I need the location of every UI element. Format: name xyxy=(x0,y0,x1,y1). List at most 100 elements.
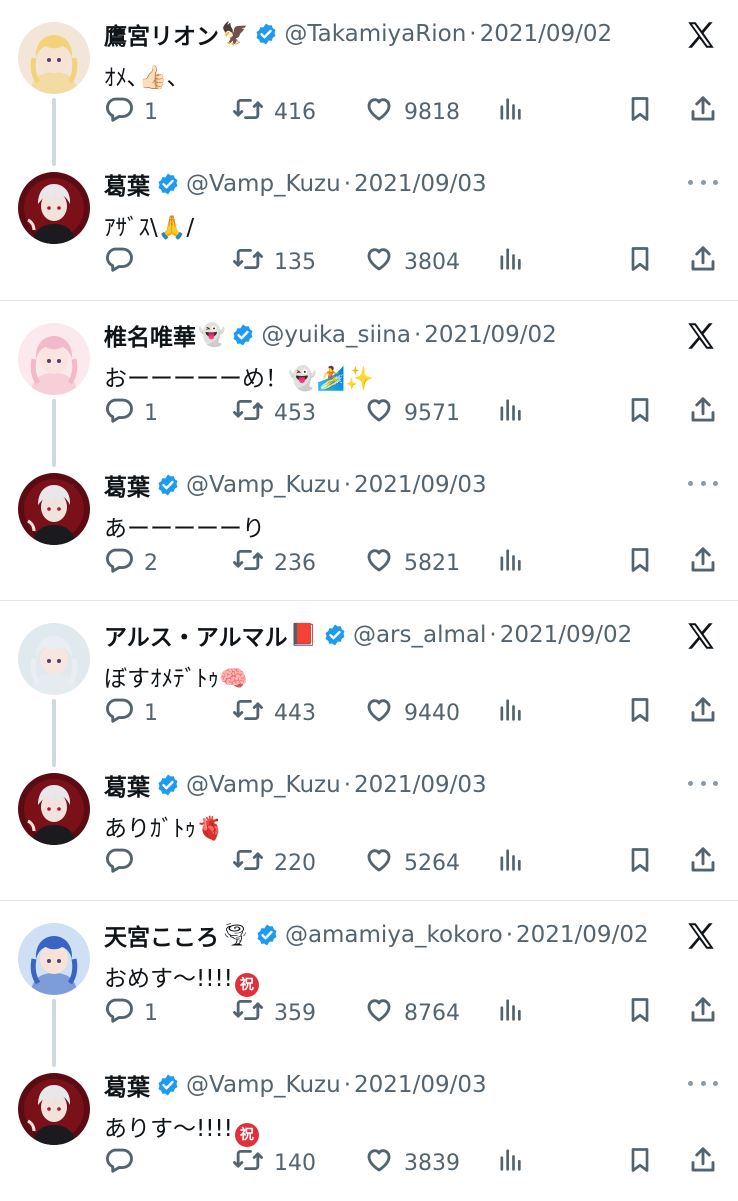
bookmark-button[interactable] xyxy=(626,1143,654,1183)
avatar[interactable] xyxy=(18,773,90,845)
tweet-reply[interactable]: 葛葉 @Vamp_Kuzu · 2021/09/03 あーーーーーり 2 236 5821 xyxy=(0,451,738,601)
bookmark-button[interactable] xyxy=(626,843,654,883)
x-logo-icon xyxy=(684,919,718,953)
display-name[interactable]: アルス・アルマル xyxy=(104,618,288,652)
bookmark-icon xyxy=(626,94,654,130)
user-handle[interactable]: @ars_almal xyxy=(353,622,486,648)
retweet-button[interactable]: 236 xyxy=(232,543,316,583)
bookmark-button[interactable] xyxy=(626,242,654,282)
like-button[interactable]: 3804 xyxy=(364,242,460,282)
avatar[interactable] xyxy=(18,923,90,995)
share-button[interactable] xyxy=(688,843,718,883)
reply-button[interactable]: 1 xyxy=(104,693,158,733)
display-name[interactable]: 天宮こころ xyxy=(104,918,219,952)
more-icon[interactable] xyxy=(688,172,718,192)
retweet-button[interactable]: 443 xyxy=(232,693,316,733)
retweet-button[interactable]: 416 xyxy=(232,92,316,132)
reply-button[interactable]: 1 xyxy=(104,92,158,132)
reply-button[interactable]: 2 xyxy=(104,543,158,583)
avatar[interactable] xyxy=(18,1073,90,1145)
tweet-reply[interactable]: 葛葉 @Vamp_Kuzu · 2021/09/03 ありｶﾞﾄｩ🫀 220 5264 xyxy=(0,751,738,901)
views-button[interactable] xyxy=(496,393,524,433)
display-name[interactable]: 椎名唯華 xyxy=(104,318,196,352)
user-handle[interactable]: @TakamiyaRion xyxy=(284,21,466,47)
reply-icon xyxy=(104,94,134,130)
retweet-button[interactable]: 220 xyxy=(232,843,316,883)
user-handle[interactable]: @Vamp_Kuzu xyxy=(186,772,341,798)
display-name[interactable]: 葛葉 xyxy=(104,167,150,201)
reply-button[interactable]: 1 xyxy=(104,393,158,433)
more-icon[interactable] xyxy=(688,773,718,793)
display-name[interactable]: 葛葉 xyxy=(104,468,150,502)
share-button[interactable] xyxy=(688,543,718,583)
like-button[interactable]: 9440 xyxy=(364,693,460,733)
bookmark-button[interactable] xyxy=(626,92,654,132)
retweet-button[interactable]: 359 xyxy=(232,993,316,1033)
share-button[interactable] xyxy=(688,242,718,282)
like-button[interactable]: 9818 xyxy=(364,92,460,132)
retweet-button[interactable]: 135 xyxy=(232,242,316,282)
share-button[interactable] xyxy=(688,993,718,1033)
bookmark-button[interactable] xyxy=(626,393,654,433)
views-button[interactable] xyxy=(496,92,524,132)
reply-button[interactable] xyxy=(104,843,144,883)
tweet-date[interactable]: 2021/09/02 xyxy=(480,21,613,47)
share-button[interactable] xyxy=(688,693,718,733)
views-button[interactable] xyxy=(496,693,524,733)
views-button[interactable] xyxy=(496,242,524,282)
avatar[interactable] xyxy=(18,22,90,94)
avatar[interactable] xyxy=(18,172,90,244)
like-button[interactable]: 5264 xyxy=(364,843,460,883)
share-icon xyxy=(688,995,718,1031)
tweet-date[interactable]: 2021/09/02 xyxy=(500,622,633,648)
reply-button[interactable] xyxy=(104,242,144,282)
tweet-date[interactable]: 2021/09/03 xyxy=(354,171,487,197)
views-button[interactable] xyxy=(496,543,524,583)
like-button[interactable]: 3839 xyxy=(364,1143,460,1183)
tweet-date[interactable]: 2021/09/02 xyxy=(516,922,649,948)
reply-icon xyxy=(104,695,134,731)
views-button[interactable] xyxy=(496,1143,524,1183)
user-handle[interactable]: @Vamp_Kuzu xyxy=(186,171,341,197)
like-button[interactable]: 8764 xyxy=(364,993,460,1033)
reply-button[interactable] xyxy=(104,1143,144,1183)
user-handle[interactable]: @amamiya_kokoro xyxy=(285,922,503,948)
user-handle[interactable]: @Vamp_Kuzu xyxy=(186,472,341,498)
verified-icon xyxy=(254,22,278,46)
tweet-original[interactable]: アルス・アルマル 📕 @ars_almal · 2021/09/02 ぼすｵﾒﾃﾞﾄｩ🧠 1… xyxy=(0,601,738,751)
share-button[interactable] xyxy=(688,1143,718,1183)
tweet-reply[interactable]: 葛葉 @Vamp_Kuzu · 2021/09/03 ありす〜!!!! 祝 140 3839 xyxy=(0,1051,738,1201)
tweet-original[interactable]: 天宮こころ 🌪 @amamiya_kokoro · 2021/09/02 おめす〜!!!!… xyxy=(0,901,738,1051)
tweet-date[interactable]: 2021/09/03 xyxy=(354,772,487,798)
tweet-date[interactable]: 2021/09/02 xyxy=(424,322,557,348)
reply-button[interactable]: 1 xyxy=(104,993,158,1033)
more-icon[interactable] xyxy=(688,1073,718,1093)
display-name[interactable]: 葛葉 xyxy=(104,1068,150,1102)
more-icon[interactable] xyxy=(688,473,718,493)
user-handle[interactable]: @Vamp_Kuzu xyxy=(186,1072,341,1098)
share-button[interactable] xyxy=(688,92,718,132)
display-name[interactable]: 鷹宮リオン xyxy=(104,17,219,51)
avatar[interactable] xyxy=(18,623,90,695)
views-button[interactable] xyxy=(496,843,524,883)
tweet-date[interactable]: 2021/09/03 xyxy=(354,1072,487,1098)
tweet-date[interactable]: 2021/09/03 xyxy=(354,472,487,498)
display-name[interactable]: 葛葉 xyxy=(104,768,150,802)
bookmark-button[interactable] xyxy=(626,693,654,733)
like-button[interactable]: 9571 xyxy=(364,393,460,433)
tweet-reply[interactable]: 葛葉 @Vamp_Kuzu · 2021/09/03 ｱｻﾞｽ\🙏/ 135 3804 xyxy=(0,150,738,300)
reply-icon xyxy=(104,244,134,280)
share-button[interactable] xyxy=(688,393,718,433)
bookmark-button[interactable] xyxy=(626,543,654,583)
retweet-button[interactable]: 453 xyxy=(232,393,316,433)
tweet-original[interactable]: 鷹宮リオン 🦅 @TakamiyaRion · 2021/09/02 ｵﾒ､👍🏻､ 1 416… xyxy=(0,0,738,150)
retweet-icon xyxy=(232,1145,264,1181)
avatar[interactable] xyxy=(18,323,90,395)
avatar[interactable] xyxy=(18,473,90,545)
retweet-button[interactable]: 140 xyxy=(232,1143,316,1183)
tweet-original[interactable]: 椎名唯華 👻 @yuika_siina · 2021/09/02 おーーーーーめ！👻🏄✨ 1… xyxy=(0,301,738,451)
like-button[interactable]: 5821 xyxy=(364,543,460,583)
user-handle[interactable]: @yuika_siina xyxy=(261,322,411,348)
views-button[interactable] xyxy=(496,993,524,1033)
bookmark-button[interactable] xyxy=(626,993,654,1033)
